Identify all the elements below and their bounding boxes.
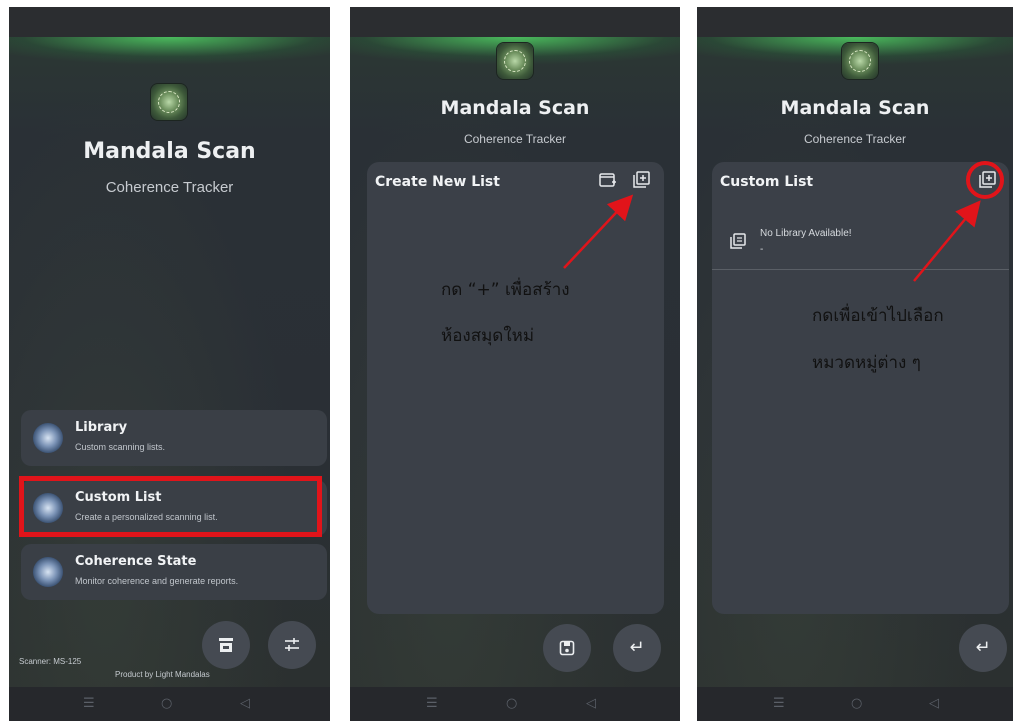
annotation-arrows xyxy=(563,194,981,282)
arrow-screen2 xyxy=(563,194,634,269)
arrow-screen3 xyxy=(913,200,981,282)
